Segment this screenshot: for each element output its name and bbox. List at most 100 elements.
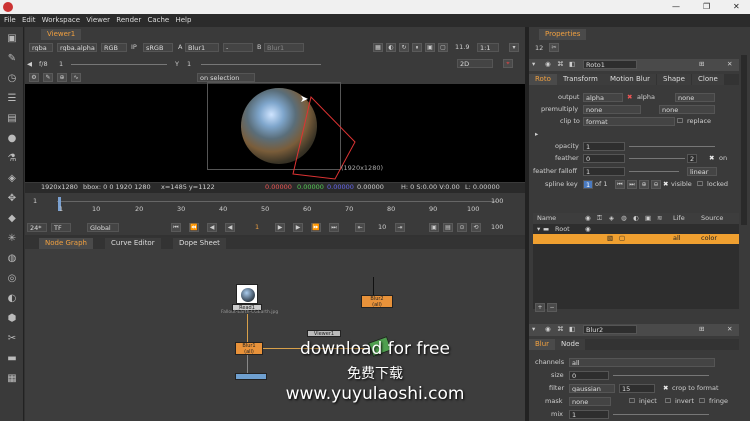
timeline[interactable]: 1 1 10 20 30 40 50 60 70 80 90 100 100	[25, 195, 525, 223]
pause-icon[interactable]: ⏸	[412, 43, 422, 52]
next-frame-icon[interactable]: ▶	[293, 223, 303, 232]
key-add-icon[interactable]: ⊕	[639, 180, 649, 189]
global-select[interactable]: Global	[87, 223, 119, 232]
tab-properties[interactable]: Properties	[539, 29, 587, 40]
display-mode-select[interactable]: RGB	[101, 43, 127, 52]
layer-root-name[interactable]: Root	[555, 225, 570, 234]
locked-checkbox[interactable]: ☐	[697, 180, 703, 189]
tab-roto[interactable]: Roto	[529, 74, 557, 85]
gamma-value[interactable]: 1	[187, 60, 191, 69]
falloff-field[interactable]: 1	[583, 167, 625, 176]
pin-icon[interactable]: ⌖	[503, 59, 513, 68]
roto-name-field[interactable]: Roto1	[583, 60, 637, 69]
prev-key-icon[interactable]: ⏪	[189, 223, 199, 232]
current-frame[interactable]: 1	[255, 223, 259, 232]
key-next-icon[interactable]: ⏭	[627, 180, 637, 189]
blur2-node[interactable]: Blur2 (all)	[361, 295, 393, 308]
last-frame-icon[interactable]: ⏭	[329, 223, 339, 232]
transform-icon[interactable]: ✥	[5, 193, 19, 205]
opacity-slider[interactable]	[629, 146, 715, 147]
col-name[interactable]: Name	[537, 214, 556, 223]
premultiply2-select[interactable]: none	[659, 105, 715, 114]
prev-frame-icon[interactable]: ◀	[207, 223, 217, 232]
frame-in-value[interactable]: 1	[33, 197, 37, 206]
view-mode-select[interactable]: 2D	[457, 59, 493, 68]
col-source[interactable]: Source	[701, 214, 723, 223]
frame-out-value[interactable]: 100	[491, 197, 503, 206]
gamma-slider[interactable]	[201, 64, 321, 65]
roto-header[interactable]: ▾ ◉ ⌘ ◧ Roto1 ⊞ ✕	[529, 59, 739, 71]
menu-file[interactable]: File	[4, 14, 16, 27]
roto-float-icon[interactable]: ⊞	[699, 60, 704, 69]
expand-root-icon[interactable]: ▾	[537, 225, 540, 234]
step-forward-icon[interactable]: ⇥	[395, 223, 405, 232]
step-value[interactable]: 10	[378, 223, 386, 232]
image-icon[interactable]: ▣	[5, 33, 19, 45]
shape-color-icon[interactable]: ▢	[619, 234, 625, 243]
menu-viewer[interactable]: Viewer	[86, 14, 110, 27]
viewer1-node[interactable]: Viewer1	[307, 330, 341, 337]
node-color-icon[interactable]: ◧	[569, 60, 575, 69]
maximize-button[interactable]: ❐	[703, 0, 710, 14]
gain-value[interactable]: 1	[59, 60, 63, 69]
proxy-icon[interactable]: ▣	[425, 43, 435, 52]
flipbook-icon[interactable]: ⊙	[457, 223, 467, 232]
blur-viewer-icon[interactable]: ◉	[545, 325, 551, 334]
blur-name-field[interactable]: Blur2	[583, 325, 637, 334]
refresh-icon[interactable]: ↻	[399, 43, 409, 52]
tab-node-graph[interactable]: Node Graph	[39, 238, 93, 249]
alpha-checkbox[interactable]: ✖	[627, 93, 632, 102]
key-remove-icon[interactable]: ⊖	[651, 180, 661, 189]
loop-icon[interactable]: ▣	[429, 223, 439, 232]
expand-icon[interactable]: ▾	[509, 43, 519, 52]
play-icon[interactable]: ▶	[275, 223, 285, 232]
colorspace-select[interactable]: sRGB	[143, 43, 173, 52]
collapse-icon[interactable]: ▾	[532, 60, 535, 69]
deep-icon[interactable]: ◍	[5, 253, 19, 265]
output2-select[interactable]: none	[675, 93, 715, 102]
merge-mode-select[interactable]: -	[223, 43, 253, 52]
falloff-slider[interactable]	[629, 171, 679, 172]
play-back-icon[interactable]: ◀	[225, 223, 235, 232]
channels-select[interactable]: rgba	[29, 43, 53, 52]
toolsets-icon[interactable]: ⬢	[5, 313, 19, 325]
end-frame-value[interactable]: 100	[491, 223, 503, 232]
output-select[interactable]: alpha	[583, 93, 623, 102]
timecode-select[interactable]: TF	[51, 223, 71, 232]
tab-curve-editor[interactable]: Curve Editor	[105, 238, 161, 249]
keyer-icon[interactable]: ⚗	[5, 153, 19, 165]
time-icon[interactable]: ◷	[5, 73, 19, 85]
feather-on-checkbox[interactable]: ✖	[709, 154, 714, 163]
viewer-toggle-icon[interactable]: ◉	[545, 60, 551, 69]
paint-icon[interactable]: ✎	[43, 73, 53, 82]
settings-icon[interactable]: ⚙	[29, 73, 39, 82]
feather-field[interactable]: 0	[583, 154, 625, 163]
menu-edit[interactable]: Edit	[22, 14, 36, 27]
3d-icon[interactable]: ◆	[5, 213, 19, 225]
read1-thumbnail[interactable]	[236, 284, 258, 304]
spline-icon[interactable]: ∿	[71, 73, 81, 82]
clipto-select[interactable]: format	[583, 117, 675, 126]
menu-workspace[interactable]: Workspace	[42, 14, 80, 27]
col-life[interactable]: Life	[673, 214, 685, 223]
swap-icon[interactable]: ▦	[373, 43, 383, 52]
particles-icon[interactable]: ✳	[5, 233, 19, 245]
premultiply-select[interactable]: none	[583, 105, 641, 114]
target-icon[interactable]: ⊕	[57, 73, 67, 82]
blur-curve-icon[interactable]: ⌘	[557, 325, 564, 334]
blur-color-icon[interactable]: ◧	[569, 325, 575, 334]
input-a-select[interactable]: Blur1	[185, 43, 219, 52]
feather-count-field[interactable]: 2	[687, 154, 697, 163]
roto-shape[interactable]	[25, 84, 525, 182]
falloff-type-select[interactable]: linear	[687, 167, 717, 176]
blur-mix-field[interactable]: 1	[569, 410, 609, 419]
next-key-icon[interactable]: ⏩	[311, 223, 321, 232]
metadata-icon[interactable]: ◐	[5, 293, 19, 305]
save-icon[interactable]: ▤	[443, 223, 453, 232]
roi-select[interactable]: on selection	[197, 73, 255, 82]
color-icon[interactable]: ▤	[5, 113, 19, 125]
tab-shape[interactable]: Shape	[657, 74, 691, 85]
tab-viewer1[interactable]: Viewer1	[41, 29, 82, 40]
tab-clone[interactable]: Clone	[692, 74, 724, 85]
blur-collapse-icon[interactable]: ▾	[532, 325, 535, 334]
